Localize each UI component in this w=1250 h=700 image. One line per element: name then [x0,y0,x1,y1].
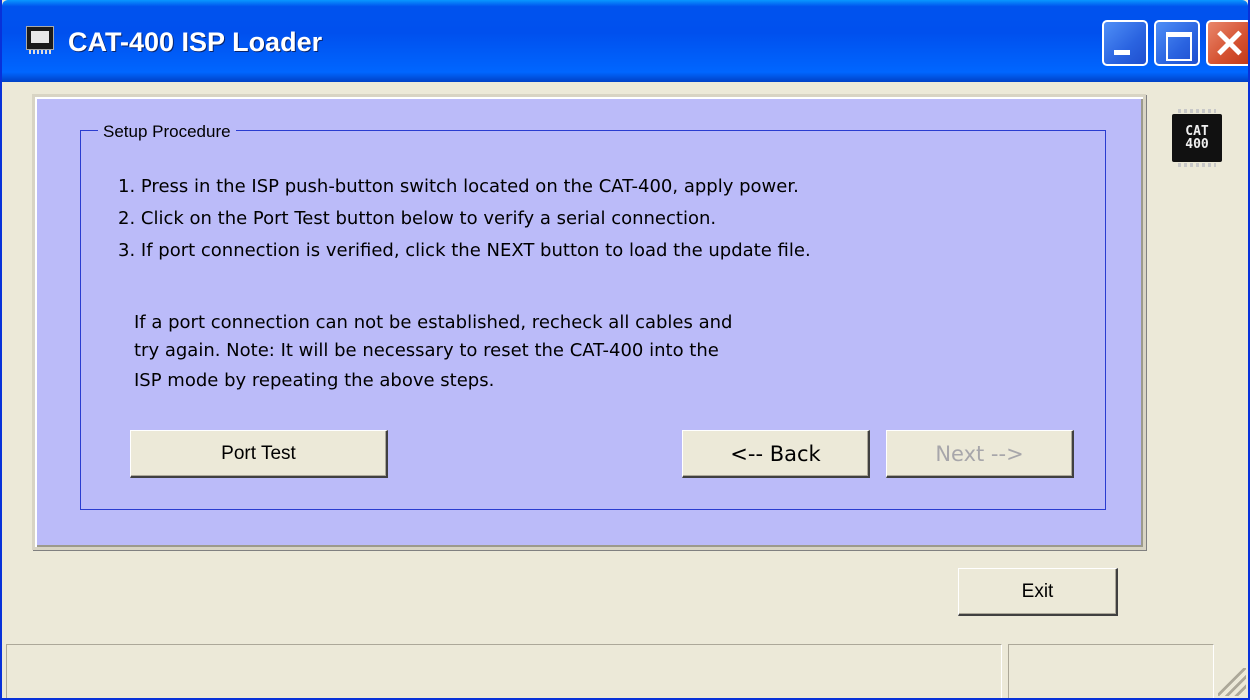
app-window: CAT-400 ISP Loader Setup Procedure 1. Pr… [0,0,1250,700]
chip-icon[interactable] [26,26,54,54]
group-title: Setup Procedure [98,122,236,142]
step-2: 2. Click on the Port Test button below t… [118,208,717,229]
exit-button[interactable]: Exit [958,568,1118,616]
window-title: CAT-400 ISP Loader [68,27,323,57]
title-bar[interactable]: CAT-400 ISP Loader [2,0,1248,82]
step-3: 3. If port connection is verified, click… [118,240,811,261]
cat-400-logo: CAT 400 [1172,109,1222,167]
next-button[interactable]: Next --> [886,430,1074,478]
status-pane-left [6,644,1002,698]
note-line-1: If a port connection can not be establis… [134,312,733,333]
logo-line-2: 400 [1185,137,1209,152]
maximize-button[interactable] [1154,20,1200,66]
back-button[interactable]: <-- Back [682,430,870,478]
note-line-2: try again. Note: It will be necessary to… [134,340,719,361]
status-pane-right [1008,644,1214,698]
resize-grip[interactable] [1218,668,1246,696]
port-test-button[interactable]: Port Test [130,430,388,478]
minimize-button[interactable] [1102,20,1148,66]
note-line-3: ISP mode by repeating the above steps. [134,370,495,391]
step-1: 1. Press in the ISP push-button switch l… [118,176,799,197]
close-button[interactable] [1206,20,1248,66]
